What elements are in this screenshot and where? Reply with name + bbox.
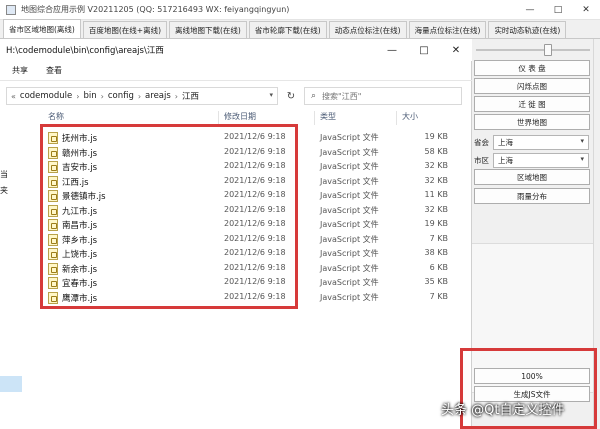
- explorer-window-controls: — □ ✕: [376, 39, 472, 61]
- file-type: JavaScript 文件: [320, 133, 379, 142]
- breadcrumb-jiangxi[interactable]: 江西: [182, 90, 199, 102]
- breadcrumb-config[interactable]: config: [108, 91, 134, 101]
- city-select[interactable]: 上海 ▾: [493, 153, 589, 168]
- search-input[interactable]: [322, 91, 443, 101]
- app-root: 地图综合应用示例 V20211205 (QQ: 517216493 WX: fe…: [0, 0, 600, 429]
- explorer-close-button[interactable]: ✕: [440, 39, 472, 61]
- file-type: JavaScript 文件: [320, 278, 379, 287]
- dashboard-button[interactable]: 仪 表 盘: [474, 60, 590, 76]
- tab-massive-markers[interactable]: 海量点位标注(在线): [408, 21, 487, 38]
- file-size: 7 KB: [429, 233, 448, 243]
- file-size: 32 KB: [424, 161, 448, 170]
- file-type: JavaScript 文件: [320, 147, 379, 157]
- ribbon-tab-share[interactable]: 共享: [12, 65, 28, 76]
- watermark-text: 头条 @Qt自定义控件: [441, 403, 565, 418]
- explorer-title-bar: H:\codemodule\bin\config\areajs\江西 — □ ✕: [0, 39, 472, 61]
- explorer-maximize-button[interactable]: □: [408, 39, 440, 61]
- file-type: JavaScript 文件: [320, 234, 379, 244]
- region-map-button[interactable]: 区域地图: [474, 169, 590, 185]
- file-type: JavaScript 文件: [320, 249, 379, 258]
- file-size: 38 KB: [424, 248, 448, 257]
- column-header-type[interactable]: 类型: [320, 111, 336, 125]
- breadcrumb-areajs[interactable]: areajs: [145, 91, 171, 101]
- chevron-left-icon: «: [11, 91, 16, 101]
- chevron-right-icon: ›: [137, 91, 142, 101]
- nav-item[interactable]: 夹: [0, 185, 8, 196]
- window-title: 地图综合应用示例 V20211205 (QQ: 517216493 WX: fe…: [21, 5, 290, 14]
- refresh-icon[interactable]: ↻: [281, 87, 301, 105]
- province-label: 省会: [474, 138, 489, 147]
- province-select-value: 上海: [498, 138, 513, 147]
- file-type: JavaScript 文件: [320, 292, 379, 302]
- file-size: 11 KB: [424, 190, 448, 199]
- explorer-minimize-button[interactable]: —: [376, 39, 408, 61]
- column-divider[interactable]: [396, 111, 397, 125]
- breadcrumb-codemodule[interactable]: codemodule: [20, 91, 72, 101]
- column-divider[interactable]: [218, 111, 219, 125]
- tab-outline-download[interactable]: 省市轮廓下载(在线): [248, 21, 327, 38]
- window-title-bar: 地图综合应用示例 V20211205 (QQ: 517216493 WX: fe…: [0, 0, 600, 20]
- tab-offline-map-download[interactable]: 离线地图下载(在线): [169, 21, 247, 38]
- file-size: 19 KB: [424, 219, 448, 228]
- chevron-right-icon: ›: [174, 91, 178, 101]
- nav-selected-item[interactable]: [0, 376, 22, 392]
- chevron-right-icon: ›: [76, 91, 80, 101]
- zoom-slider-handle[interactable]: [544, 44, 552, 56]
- window-controls: — □ ✕: [516, 0, 600, 20]
- tab-bar: 省市区域地图(离线) 百度地图(在线+离线) 离线地图下载(在线) 省市轮廓下载…: [0, 19, 600, 39]
- city-select-value: 上海: [498, 156, 513, 165]
- file-type: JavaScript 文件: [320, 176, 379, 186]
- highlight-file-list: [40, 124, 298, 309]
- ribbon-tab-view[interactable]: 查看: [46, 65, 62, 76]
- chevron-down-icon: ▾: [580, 155, 584, 163]
- chevron-down-icon[interactable]: ▾: [269, 91, 273, 99]
- file-type: JavaScript 文件: [320, 162, 379, 171]
- zoom-slider-track[interactable]: [476, 49, 590, 51]
- explorer-title: H:\codemodule\bin\config\areajs\江西: [6, 46, 164, 56]
- file-size: 19 KB: [424, 132, 448, 141]
- chevron-down-icon: ▾: [580, 137, 584, 145]
- file-type: JavaScript 文件: [320, 191, 379, 200]
- file-size: 32 KB: [424, 175, 448, 185]
- search-icon: ⌕: [311, 91, 317, 101]
- explorer-ribbon: 共享 查看: [0, 61, 472, 81]
- close-button[interactable]: ✕: [572, 0, 600, 20]
- tab-province-map-offline[interactable]: 省市区域地图(离线): [3, 19, 81, 38]
- migration-map-button[interactable]: 迁 徙 图: [474, 96, 590, 112]
- file-type: JavaScript 文件: [320, 220, 379, 229]
- tab-realtime-track[interactable]: 实时动态轨迹(在线): [488, 21, 567, 38]
- file-type: JavaScript 文件: [320, 205, 379, 215]
- column-header-name[interactable]: 名称: [48, 111, 64, 125]
- file-type: JavaScript 文件: [320, 263, 379, 273]
- tab-dynamic-markers[interactable]: 动态点位标注(在线): [328, 21, 407, 38]
- column-header-size[interactable]: 大小: [402, 111, 418, 125]
- province-select[interactable]: 上海 ▾: [493, 135, 589, 150]
- address-row: « codemodule › bin › config › areajs › 江…: [0, 85, 472, 107]
- minimize-button[interactable]: —: [516, 0, 544, 20]
- breadcrumb-bin[interactable]: bin: [83, 91, 96, 101]
- file-size: 32 KB: [424, 204, 448, 214]
- file-size: 35 KB: [424, 277, 448, 286]
- file-size: 6 KB: [429, 262, 448, 272]
- file-size: 7 KB: [429, 291, 448, 301]
- rainfall-distribution-button[interactable]: 雨量分布: [474, 188, 590, 204]
- file-size: 58 KB: [424, 146, 448, 156]
- address-bar[interactable]: « codemodule › bin › config › areajs › 江…: [6, 87, 278, 105]
- world-map-button[interactable]: 世界地图: [474, 114, 590, 130]
- nav-item[interactable]: 当: [0, 169, 8, 180]
- app-icon: [6, 4, 16, 15]
- tab-baidu-map[interactable]: 百度地图(在线+离线): [82, 21, 167, 38]
- search-box[interactable]: ⌕: [304, 87, 462, 105]
- maximize-button[interactable]: □: [544, 0, 572, 20]
- chevron-right-icon: ›: [100, 91, 104, 101]
- navigation-pane: 当 夹: [0, 109, 35, 429]
- blink-points-button[interactable]: 闪烁点图: [474, 78, 590, 94]
- column-header-date[interactable]: 修改日期: [224, 111, 256, 125]
- column-divider[interactable]: [314, 111, 315, 125]
- city-label: 市区: [474, 156, 489, 165]
